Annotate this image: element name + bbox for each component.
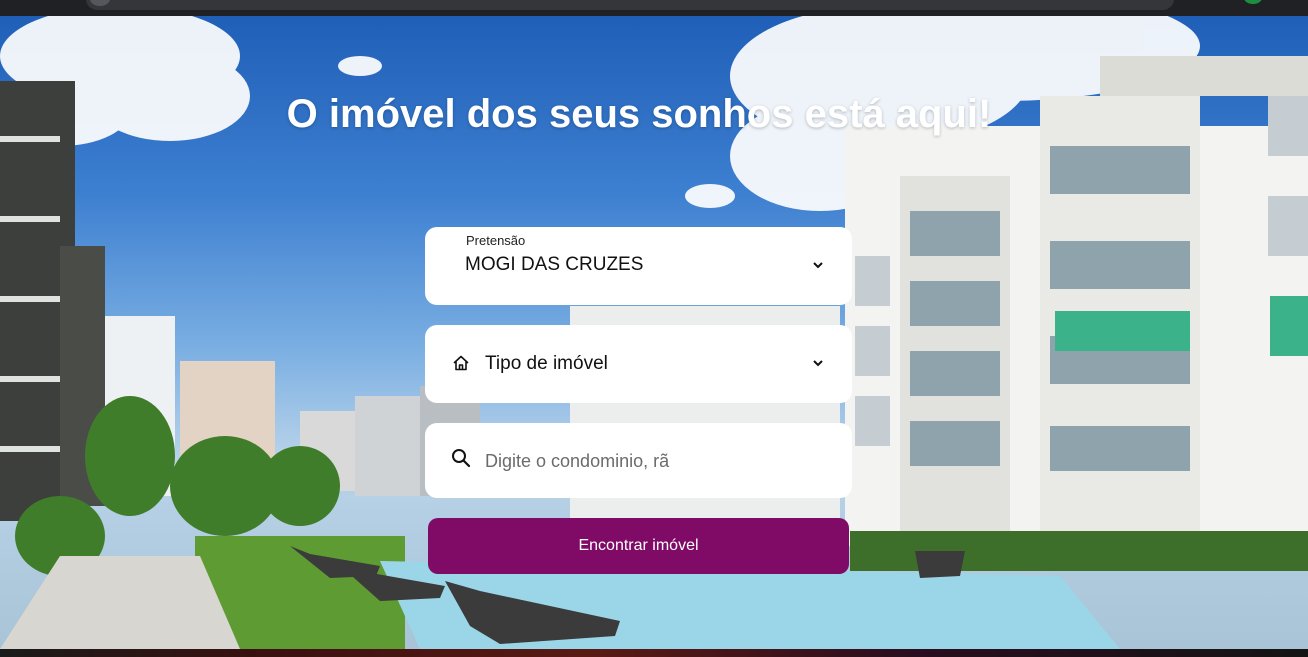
search-field-container [425, 423, 852, 498]
hero-section: O imóvel dos seus sonhos está aqui! Pret… [0, 16, 1308, 649]
browser-top-bar [0, 0, 1308, 16]
search-icon [452, 449, 471, 468]
hero-headline: O imóvel dos seus sonhos está aqui! [286, 92, 992, 136]
chevron-down-icon [813, 360, 823, 367]
tipo-imovel-label: Tipo de imóvel [485, 353, 608, 374]
search-input[interactable] [485, 445, 685, 477]
house-icon [453, 355, 469, 371]
tipo-imovel-select[interactable]: Tipo de imóvel [425, 325, 852, 403]
pretensao-selected-value: MOGI DAS CRUZES [465, 254, 644, 275]
bottom-strip [0, 649, 1308, 657]
pretensao-select[interactable]: Pretensão MOGI DAS CRUZES [425, 227, 852, 305]
extension-icon[interactable] [1244, 0, 1262, 4]
address-bar[interactable] [86, 0, 1174, 10]
pretensao-label: Pretensão [466, 233, 526, 248]
find-property-button[interactable]: Encontrar imóvel [428, 518, 849, 574]
chevron-down-icon [813, 262, 823, 269]
